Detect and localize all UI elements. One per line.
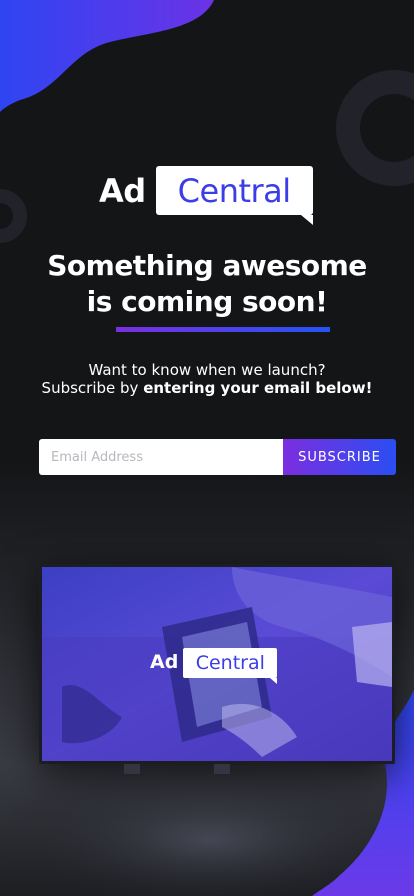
brand-logo: Ad Central bbox=[99, 166, 313, 226]
headline-underline bbox=[116, 327, 330, 332]
decorative-ring bbox=[336, 70, 414, 186]
page-headline: Something awesome is coming soon! bbox=[0, 248, 414, 320]
left-ring bbox=[0, 189, 27, 243]
subscribe-prompt: Want to know when we launch? Subscribe b… bbox=[0, 361, 414, 397]
subscribe-form: SUBSCRIBE bbox=[39, 439, 396, 475]
tv-logo-ad-text: Ad bbox=[150, 651, 179, 673]
tv-stand-right bbox=[214, 764, 230, 774]
tv-logo-speech-bubble: Central bbox=[183, 648, 278, 684]
email-input[interactable] bbox=[39, 439, 283, 475]
logo-speech-bubble: Central bbox=[155, 166, 313, 225]
tv-stand-left bbox=[124, 764, 140, 774]
subtext-line-2: Subscribe by entering your email below! bbox=[0, 379, 414, 397]
subtext-prefix: Subscribe by bbox=[41, 379, 144, 397]
subtext-line-1: Want to know when we launch? bbox=[88, 361, 326, 379]
logo-central-text: Central bbox=[177, 171, 292, 210]
subtext-bold: entering your email below! bbox=[143, 379, 373, 397]
logo-ad-text: Ad bbox=[99, 172, 146, 210]
headline-line-1: Something awesome bbox=[47, 249, 367, 282]
tv-logo-central-text: Central bbox=[195, 652, 265, 674]
top-blob-shape bbox=[0, 0, 214, 112]
subscribe-button[interactable]: SUBSCRIBE bbox=[283, 439, 396, 475]
tv-logo: Ad Central bbox=[150, 648, 278, 684]
headline-line-2: is coming soon! bbox=[86, 285, 328, 318]
